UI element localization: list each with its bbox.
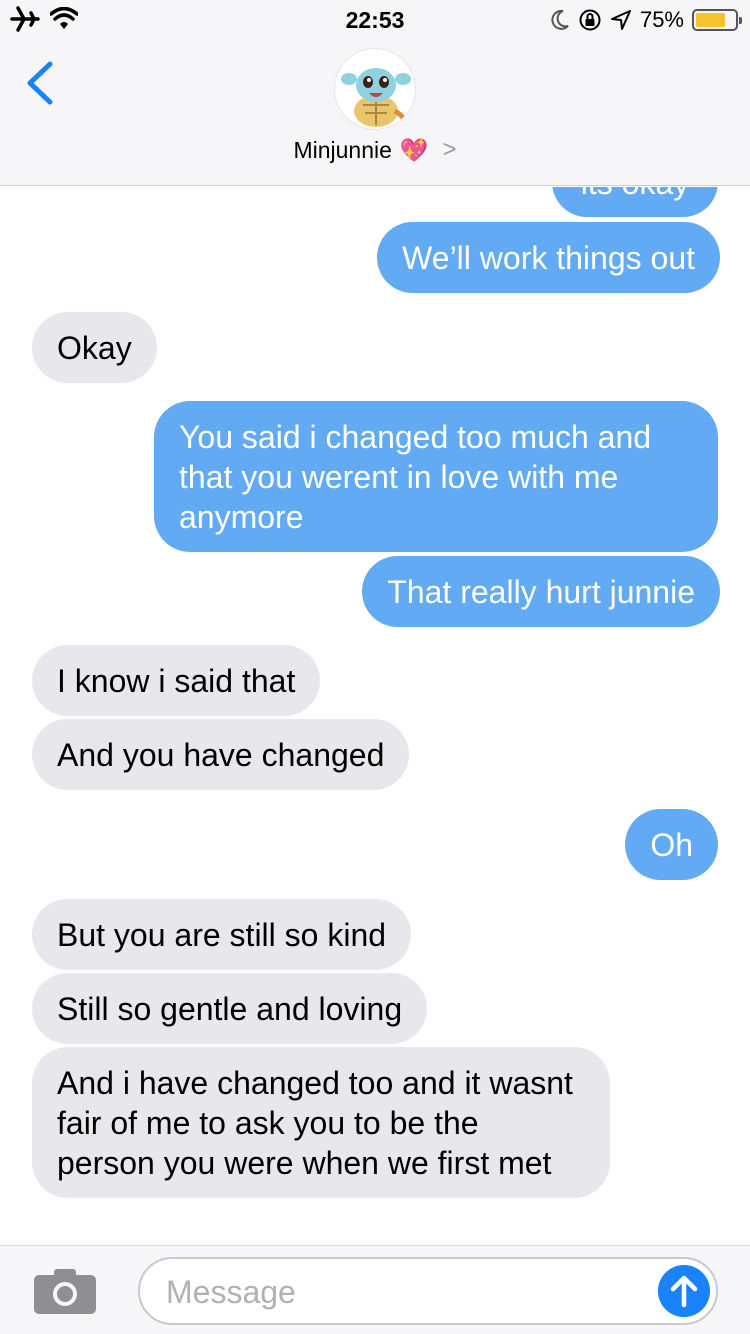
battery-level-fill xyxy=(696,13,725,27)
message-composer xyxy=(0,1245,750,1334)
contact-name: Minjunnie xyxy=(293,136,392,163)
back-chevron-icon[interactable] xyxy=(22,58,58,108)
message-bubble-received[interactable]: Okay xyxy=(32,312,157,383)
message-bubble-sent[interactable]: You said i changed too much and that you… xyxy=(154,401,718,552)
message-bubble-received[interactable]: And you have changed xyxy=(32,719,410,790)
contact-name-row[interactable]: Minjunnie 💖 > xyxy=(0,136,750,164)
rotation-lock-icon xyxy=(579,9,601,31)
message-bubble-sent[interactable]: That really hurt junnie xyxy=(362,556,720,627)
message-input-container[interactable] xyxy=(138,1257,718,1325)
sparkling-heart-icon: 💖 xyxy=(399,136,429,163)
camera-icon[interactable] xyxy=(32,1266,98,1316)
message-bubble-received[interactable]: I know i said that xyxy=(32,645,321,716)
message-bubble-sent[interactable]: We’ll work things out xyxy=(377,222,720,293)
message-bubble-sent[interactable]: Oh xyxy=(625,809,718,880)
moon-icon xyxy=(551,9,569,30)
squirtle-avatar-icon xyxy=(341,68,411,129)
battery-icon xyxy=(692,9,742,31)
message-bubble-received[interactable]: Still so gentle and loving xyxy=(32,973,428,1044)
contact-details-chevron-icon: > xyxy=(442,136,457,163)
message-bubble-sent[interactable]: its okay xyxy=(552,187,718,217)
status-bar: 22:53 75% xyxy=(0,0,750,40)
message-bubble-received[interactable]: But you are still so kind xyxy=(32,899,412,970)
send-arrow-icon[interactable] xyxy=(658,1265,710,1317)
message-bubble-received[interactable]: And i have changed too and it wasnt fair… xyxy=(32,1047,610,1198)
location-icon xyxy=(610,10,631,30)
message-input[interactable] xyxy=(166,1271,646,1313)
contact-avatar[interactable] xyxy=(334,48,416,130)
message-thread[interactable]: its okay We’ll work things out Okay You … xyxy=(0,187,750,1245)
battery-percent: 75% xyxy=(639,7,684,32)
